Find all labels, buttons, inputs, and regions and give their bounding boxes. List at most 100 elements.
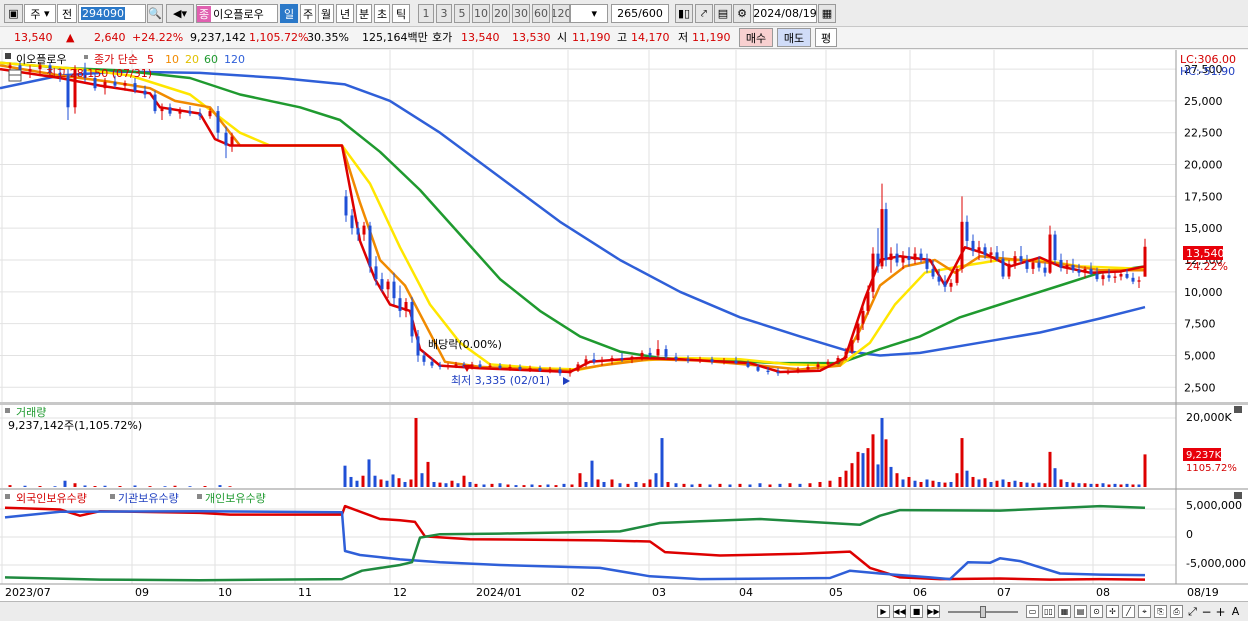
institution-label[interactable]: 기관보유수량 [118,492,179,505]
legend-stock-name[interactable]: 이오플로우 [16,53,67,66]
period-tab-1[interactable]: 주 [300,4,316,23]
interval-dropdown[interactable]: ▾ [570,4,608,23]
holding-close-icon[interactable] [1234,492,1242,499]
data-count-field[interactable]: 265/600 [611,4,669,23]
volume-bar-133 [1119,484,1123,487]
candle-body-50 [528,368,532,370]
volume-bar-5 [73,483,77,487]
candle-body-112 [1013,256,1017,264]
save-icon[interactable]: ▤ [714,4,732,23]
stock-code-input[interactable]: 294090 [78,4,146,23]
candle-body-116 [1037,262,1041,268]
split-icon[interactable]: ▯▯ [1042,605,1055,618]
stop-icon[interactable]: ■ [910,605,923,618]
grid-layout-icon[interactable]: ▦ [1058,605,1071,618]
volume-bar-13 [173,485,177,487]
font-size-icon[interactable]: A [1229,605,1242,618]
interval-tab-3[interactable]: 10 [472,4,490,23]
y-tick-3: 10,000 [1184,286,1223,299]
candle-body-85 [861,310,865,324]
foreign-label[interactable]: 외국인보유수량 [16,492,87,505]
first-page-icon[interactable]: ◀◀ [893,605,906,618]
candle-icon[interactable]: ▮▯ [675,4,693,23]
zoom-in-icon[interactable]: + [1214,605,1227,619]
volume-bar-61 [634,481,638,487]
candle-body-106 [977,247,981,252]
candle-body-20 [198,113,202,117]
window-menu-icon[interactable]: ▣ [4,4,23,23]
candle-body-86 [866,291,870,311]
period-tab-3[interactable]: 년 [336,4,354,23]
buy-button[interactable]: 매수 [739,28,773,47]
candle-body-103 [960,221,964,269]
crosshair-icon[interactable]: ✢ [1106,605,1119,618]
zoom-slider-handle[interactable] [980,606,986,618]
up-arrow-icon: ▲ [66,31,75,44]
stock-name-field[interactable]: 종 이오플로우 [196,4,278,23]
interval-tab-6[interactable]: 60 [532,4,550,23]
interval-tab-5[interactable]: 30 [512,4,530,23]
measure-icon[interactable]: ⌖ [1138,605,1151,618]
zoom-out-icon[interactable]: − [1200,605,1213,619]
toolbar: ▣ 주 ▾ 전 294090 🔍 ◀▾ 종 이오플로우 일주월년분초틱 1351… [0,0,1248,27]
print-icon[interactable]: ⎙ [1170,605,1183,618]
calendar-icon[interactable]: ▦ [818,4,836,23]
trend-icon[interactable]: ⤤ [695,4,713,23]
volume-bar-92 [880,418,884,487]
table-view-icon[interactable]: ▤ [1074,605,1087,618]
volume-bar-77 [768,484,772,487]
period-tab-6[interactable]: 틱 [392,4,410,23]
period-dropdown[interactable]: 주 ▾ [24,4,56,23]
scroll-right-icon[interactable]: ▶ [877,605,890,618]
evaluate-button[interactable]: 평 [815,28,837,47]
candle-body-18 [178,111,182,114]
sell-button[interactable]: 매도 [777,28,811,47]
search-icon[interactable]: 🔍 [147,4,163,23]
candle-body-105 [971,240,975,252]
candle-body-94 [907,256,911,260]
candle-body-27 [356,228,360,235]
panel-divider-volume[interactable] [0,402,1248,405]
pan-icon[interactable]: ⤢ [1186,605,1199,618]
x-tick-3: 11 [298,586,312,599]
copy-icon[interactable]: ⎘ [1154,605,1167,618]
period-tab-4[interactable]: 분 [356,4,372,23]
volume-close-icon[interactable] [1234,406,1242,413]
interval-tab-2[interactable]: 5 [454,4,470,23]
draw-line-icon[interactable]: ╱ [1122,605,1135,618]
candle-body-12 [123,83,127,86]
date-field[interactable]: 2024/08/19 [753,4,817,23]
holding-dot-icon-3 [197,494,202,499]
period-tab-2[interactable]: 월 [318,4,334,23]
candle-body-96 [919,253,923,259]
individual-label[interactable]: 개인보유수량 [205,492,266,505]
interval-tab-7[interactable]: 120 [552,4,570,23]
volume-bar-34 [438,482,442,487]
volume-bar-111 [989,481,993,487]
magnifier-icon[interactable]: ⊙ [1090,605,1103,618]
layout-icon[interactable]: ▭ [1026,605,1039,618]
interval-tab-4[interactable]: 20 [492,4,510,23]
volume-title[interactable]: 거래량 [16,406,46,419]
volume-bar-49 [546,484,550,487]
prev-button[interactable]: 전 [57,4,77,23]
bottom-bar: ▶ ◀◀ ■ ▶▶ ▭ ▯▯ ▦ ▤ ⊙ ✢ ╱ ⌖ ⎘ ⎙ ⤢ − + A [0,601,1248,621]
candle-body-82 [844,351,848,358]
candle-body-71 [734,360,738,364]
panel-divider-holding[interactable] [0,488,1248,490]
candle-body-124 [1083,268,1087,273]
gear-icon[interactable]: ⚙ [733,4,751,23]
candle-body-78 [806,366,810,370]
period-tab-0[interactable]: 일 [280,4,298,23]
interval-tab-1[interactable]: 3 [436,4,452,23]
legend-series[interactable]: 종가 단순 [94,53,138,66]
period-tab-5[interactable]: 초 [374,4,390,23]
volume-bar-29 [409,479,413,487]
volume-bar-11 [148,486,152,487]
last-page-icon[interactable]: ▶▶ [927,605,940,618]
speaker-icon[interactable]: ◀▾ [166,4,194,23]
stock-chart[interactable]: 2,5005,0007,50010,00012,50015,00017,5002… [0,50,1248,601]
x-tick-13: 08/19 [1187,586,1219,599]
volume-bar-1 [23,485,27,487]
interval-tab-0[interactable]: 1 [418,4,434,23]
